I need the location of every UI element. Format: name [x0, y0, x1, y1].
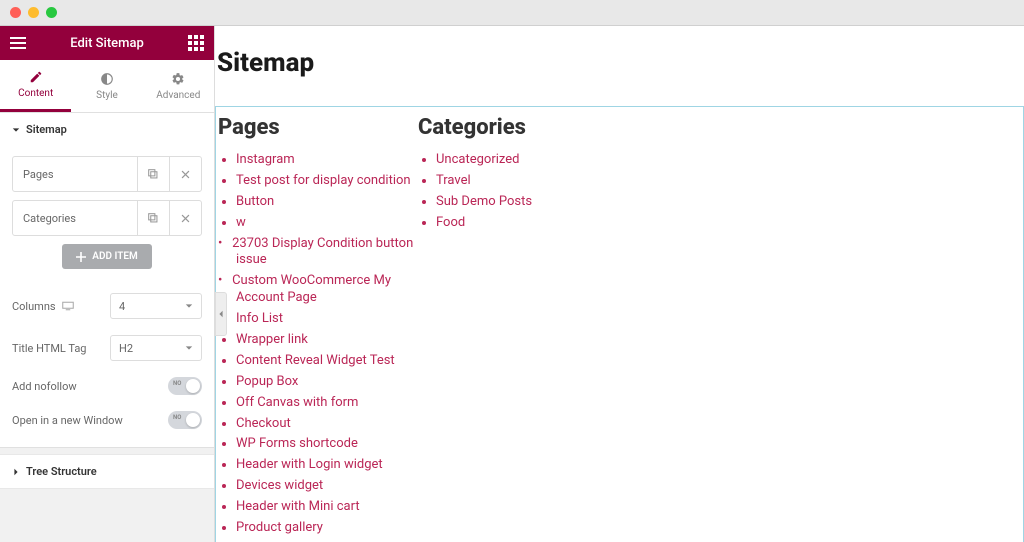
- collapse-panel-handle[interactable]: [215, 292, 227, 336]
- tab-style[interactable]: Style: [71, 60, 142, 112]
- copy-icon: [148, 213, 159, 224]
- toggle-no-label: NO: [173, 380, 181, 387]
- editor-panel: Edit Sitemap Content Style Advanced Si: [0, 26, 215, 542]
- control-new-window: Open in a new Window NO: [12, 403, 202, 437]
- sitemap-widget[interactable]: Pages Instagram Test post for display co…: [215, 106, 1024, 542]
- chevron-left-icon: [217, 310, 225, 318]
- list-item[interactable]: Content Reveal Widget Test: [236, 353, 418, 370]
- section-sitemap-toggle[interactable]: Sitemap: [0, 113, 214, 146]
- add-item-button[interactable]: ADD ITEM: [62, 244, 151, 269]
- repeater-item-pages[interactable]: Pages: [12, 156, 202, 192]
- list-item[interactable]: Product gallery: [236, 520, 418, 537]
- nofollow-toggle[interactable]: NO: [168, 377, 202, 395]
- repeater-item-categories-label: Categories: [13, 212, 137, 225]
- list-item[interactable]: w: [236, 215, 418, 232]
- sitemap-pages-list: Instagram Test post for display conditio…: [218, 152, 418, 232]
- repeater-item-categories[interactable]: Categories: [12, 200, 202, 236]
- list-item[interactable]: Popup Box: [236, 374, 418, 391]
- list-item[interactable]: Header with Login widget: [236, 457, 418, 474]
- columns-label: Columns: [12, 300, 56, 313]
- caret-down-icon: [12, 126, 20, 134]
- title-tag-select[interactable]: H2: [110, 335, 202, 361]
- list-item[interactable]: Header with Mini cart: [236, 499, 418, 516]
- panel-header: Edit Sitemap: [0, 26, 214, 60]
- add-item-label: ADD ITEM: [92, 251, 137, 262]
- tab-content-label: Content: [18, 88, 53, 99]
- section-sitemap: Sitemap Pages Categories: [0, 113, 214, 448]
- list-item[interactable]: Uncategorized: [436, 152, 618, 169]
- toggle-knob: [186, 379, 200, 393]
- list-item[interactable]: Instagram: [236, 152, 418, 169]
- toggle-knob: [186, 413, 200, 427]
- sitemap-categories-title: Categories: [418, 115, 618, 140]
- control-title-tag: Title HTML Tag H2: [12, 327, 202, 369]
- close-icon: [180, 169, 191, 180]
- remove-button[interactable]: [169, 157, 201, 191]
- list-item[interactable]: Sub Demo Posts: [436, 194, 618, 211]
- section-tree-label: Tree Structure: [26, 465, 97, 478]
- close-window-dot[interactable]: [10, 7, 21, 18]
- app-frame: Edit Sitemap Content Style Advanced Si: [0, 26, 1024, 542]
- list-item[interactable]: Devices widget: [236, 478, 418, 495]
- section-tree-structure: Tree Structure: [0, 454, 214, 489]
- list-item[interactable]: Test post for display condition: [236, 173, 418, 190]
- title-tag-value: H2: [119, 342, 133, 355]
- remove-button[interactable]: [169, 201, 201, 235]
- toggle-no-label: NO: [173, 414, 181, 421]
- window-titlebar: [0, 0, 1024, 26]
- columns-select[interactable]: 4: [110, 293, 202, 319]
- nofollow-label: Add nofollow: [12, 380, 77, 393]
- control-columns: Columns 4: [12, 285, 202, 327]
- columns-value: 4: [119, 300, 125, 313]
- list-item[interactable]: Food: [436, 215, 618, 232]
- caret-right-icon: [12, 468, 20, 476]
- list-item[interactable]: Wrapper link: [236, 332, 418, 349]
- new-window-label: Open in a new Window: [12, 414, 123, 427]
- section-tree-toggle[interactable]: Tree Structure: [0, 455, 214, 488]
- close-icon: [180, 213, 191, 224]
- list-item[interactable]: WP Forms shortcode: [236, 436, 418, 453]
- section-sitemap-label: Sitemap: [26, 123, 67, 136]
- list-item[interactable]: Off Canvas with form: [236, 395, 418, 412]
- tab-advanced[interactable]: Advanced: [143, 60, 214, 112]
- page-title: Sitemap: [217, 48, 1024, 78]
- chevron-down-icon: [185, 344, 193, 352]
- section-sitemap-body: Pages Categories: [0, 146, 214, 447]
- maximize-window-dot[interactable]: [46, 7, 57, 18]
- sitemap-column-pages: Pages Instagram Test post for display co…: [218, 115, 418, 542]
- list-item[interactable]: Travel: [436, 173, 618, 190]
- chevron-down-icon: [185, 302, 193, 310]
- control-nofollow: Add nofollow NO: [12, 369, 202, 403]
- duplicate-button[interactable]: [137, 157, 169, 191]
- new-window-toggle[interactable]: NO: [168, 411, 202, 429]
- sitemap-pages-list-cont: Info List Wrapper link Content Reveal Wi…: [218, 311, 418, 542]
- list-item[interactable]: Button: [236, 194, 418, 211]
- menu-icon[interactable]: [10, 35, 26, 51]
- preview-canvas: Sitemap Pages Instagram Test post for di…: [215, 26, 1024, 542]
- list-item[interactable]: • Custom WooCommerce My Account Page: [218, 273, 418, 307]
- copy-icon: [148, 169, 159, 180]
- repeater-item-pages-label: Pages: [13, 168, 137, 181]
- tab-content[interactable]: Content: [0, 60, 71, 112]
- sitemap-categories-list: Uncategorized Travel Sub Demo Posts Food: [418, 152, 618, 232]
- title-tag-label: Title HTML Tag: [12, 342, 87, 355]
- panel-tabs: Content Style Advanced: [0, 60, 214, 113]
- plus-icon: [76, 252, 86, 262]
- sitemap-column-categories: Categories Uncategorized Travel Sub Demo…: [418, 115, 618, 542]
- list-item[interactable]: Checkout: [236, 416, 418, 433]
- minimize-window-dot[interactable]: [28, 7, 39, 18]
- panel-title: Edit Sitemap: [70, 36, 144, 51]
- duplicate-button[interactable]: [137, 201, 169, 235]
- sitemap-pages-title: Pages: [218, 115, 418, 140]
- list-item[interactable]: • 23703 Display Condition button issue: [218, 236, 418, 270]
- apps-grid-icon[interactable]: [188, 35, 204, 51]
- list-item[interactable]: Info List: [236, 311, 418, 328]
- desktop-icon[interactable]: [62, 300, 74, 312]
- tab-style-label: Style: [96, 90, 118, 101]
- tab-advanced-label: Advanced: [156, 90, 200, 101]
